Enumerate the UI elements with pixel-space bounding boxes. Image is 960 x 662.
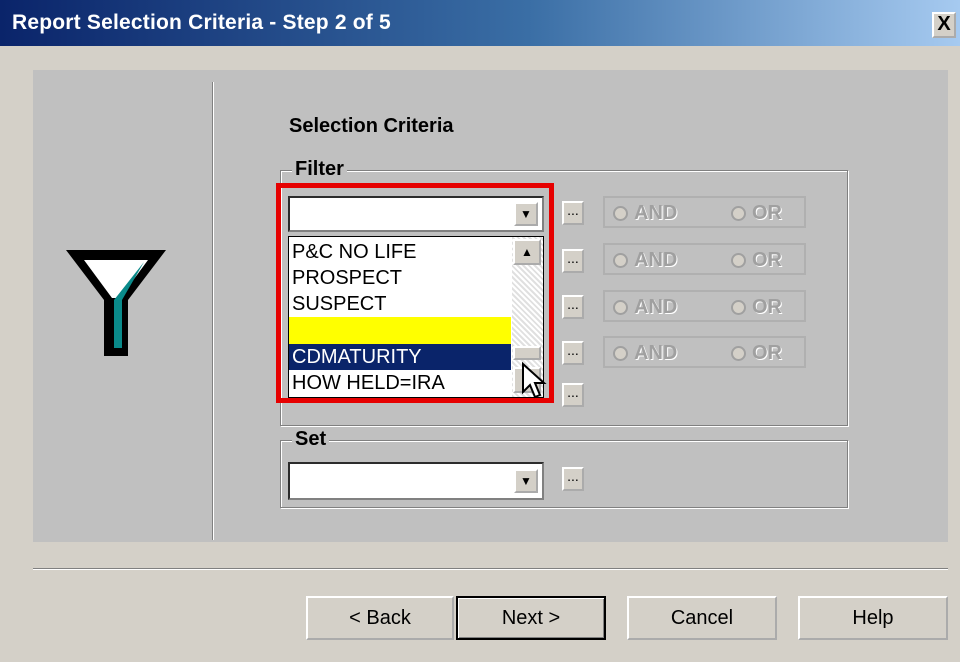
or-label: OR (752, 249, 782, 271)
or-radio-2[interactable]: OR (731, 249, 782, 272)
radio-circle-icon (613, 253, 628, 268)
radio-circle-icon (731, 253, 746, 268)
andor-group-3: AND OR (603, 290, 806, 322)
funnel-icon (66, 250, 166, 356)
and-label: AND (634, 296, 678, 318)
horizontal-divider (33, 568, 948, 570)
or-radio-1[interactable]: OR (731, 202, 782, 225)
vertical-divider (212, 82, 214, 540)
section-title: Selection Criteria (289, 115, 454, 137)
set-combo-dropdown-button[interactable]: ▼ (514, 469, 538, 493)
and-radio-4[interactable]: AND (613, 342, 677, 365)
set-dots-button[interactable]: ... (562, 467, 584, 491)
mouse-pointer-icon (522, 362, 547, 399)
cancel-button[interactable]: Cancel (627, 596, 777, 640)
and-radio-3[interactable]: AND (613, 296, 677, 319)
andor-group-2: AND OR (603, 243, 806, 275)
or-label: OR (752, 342, 782, 364)
set-legend: Set (292, 428, 330, 451)
and-radio-2[interactable]: AND (613, 249, 677, 272)
radio-circle-icon (613, 300, 628, 315)
or-radio-3[interactable]: OR (731, 296, 782, 319)
radio-circle-icon (613, 206, 628, 221)
back-button[interactable]: < Back (306, 596, 454, 640)
filter-dots-button-1[interactable]: ... (562, 201, 584, 225)
title-bar: Report Selection Criteria - Step 2 of 5 … (0, 0, 960, 46)
or-label: OR (752, 296, 782, 318)
set-combo[interactable] (288, 462, 544, 500)
radio-circle-icon (731, 346, 746, 361)
filter-dots-button-5[interactable]: ... (562, 383, 584, 407)
filter-dots-button-4[interactable]: ... (562, 341, 584, 365)
filter-dots-button-2[interactable]: ... (562, 249, 584, 273)
next-button[interactable]: Next > (456, 596, 606, 640)
and-radio-1[interactable]: AND (613, 202, 677, 225)
and-label: AND (634, 202, 678, 224)
help-button[interactable]: Help (798, 596, 948, 640)
and-label: AND (634, 342, 678, 364)
radio-circle-icon (731, 300, 746, 315)
and-label: AND (634, 249, 678, 271)
or-radio-4[interactable]: OR (731, 342, 782, 365)
or-label: OR (752, 202, 782, 224)
window-title: Report Selection Criteria - Step 2 of 5 (12, 11, 391, 34)
radio-circle-icon (731, 206, 746, 221)
radio-circle-icon (613, 346, 628, 361)
filter-legend: Filter (292, 158, 347, 181)
andor-group-1: AND OR (603, 196, 806, 228)
red-highlight-annotation (276, 183, 554, 403)
close-button[interactable]: X (932, 12, 956, 38)
filter-dots-button-3[interactable]: ... (562, 295, 584, 319)
andor-group-4: AND OR (603, 336, 806, 368)
